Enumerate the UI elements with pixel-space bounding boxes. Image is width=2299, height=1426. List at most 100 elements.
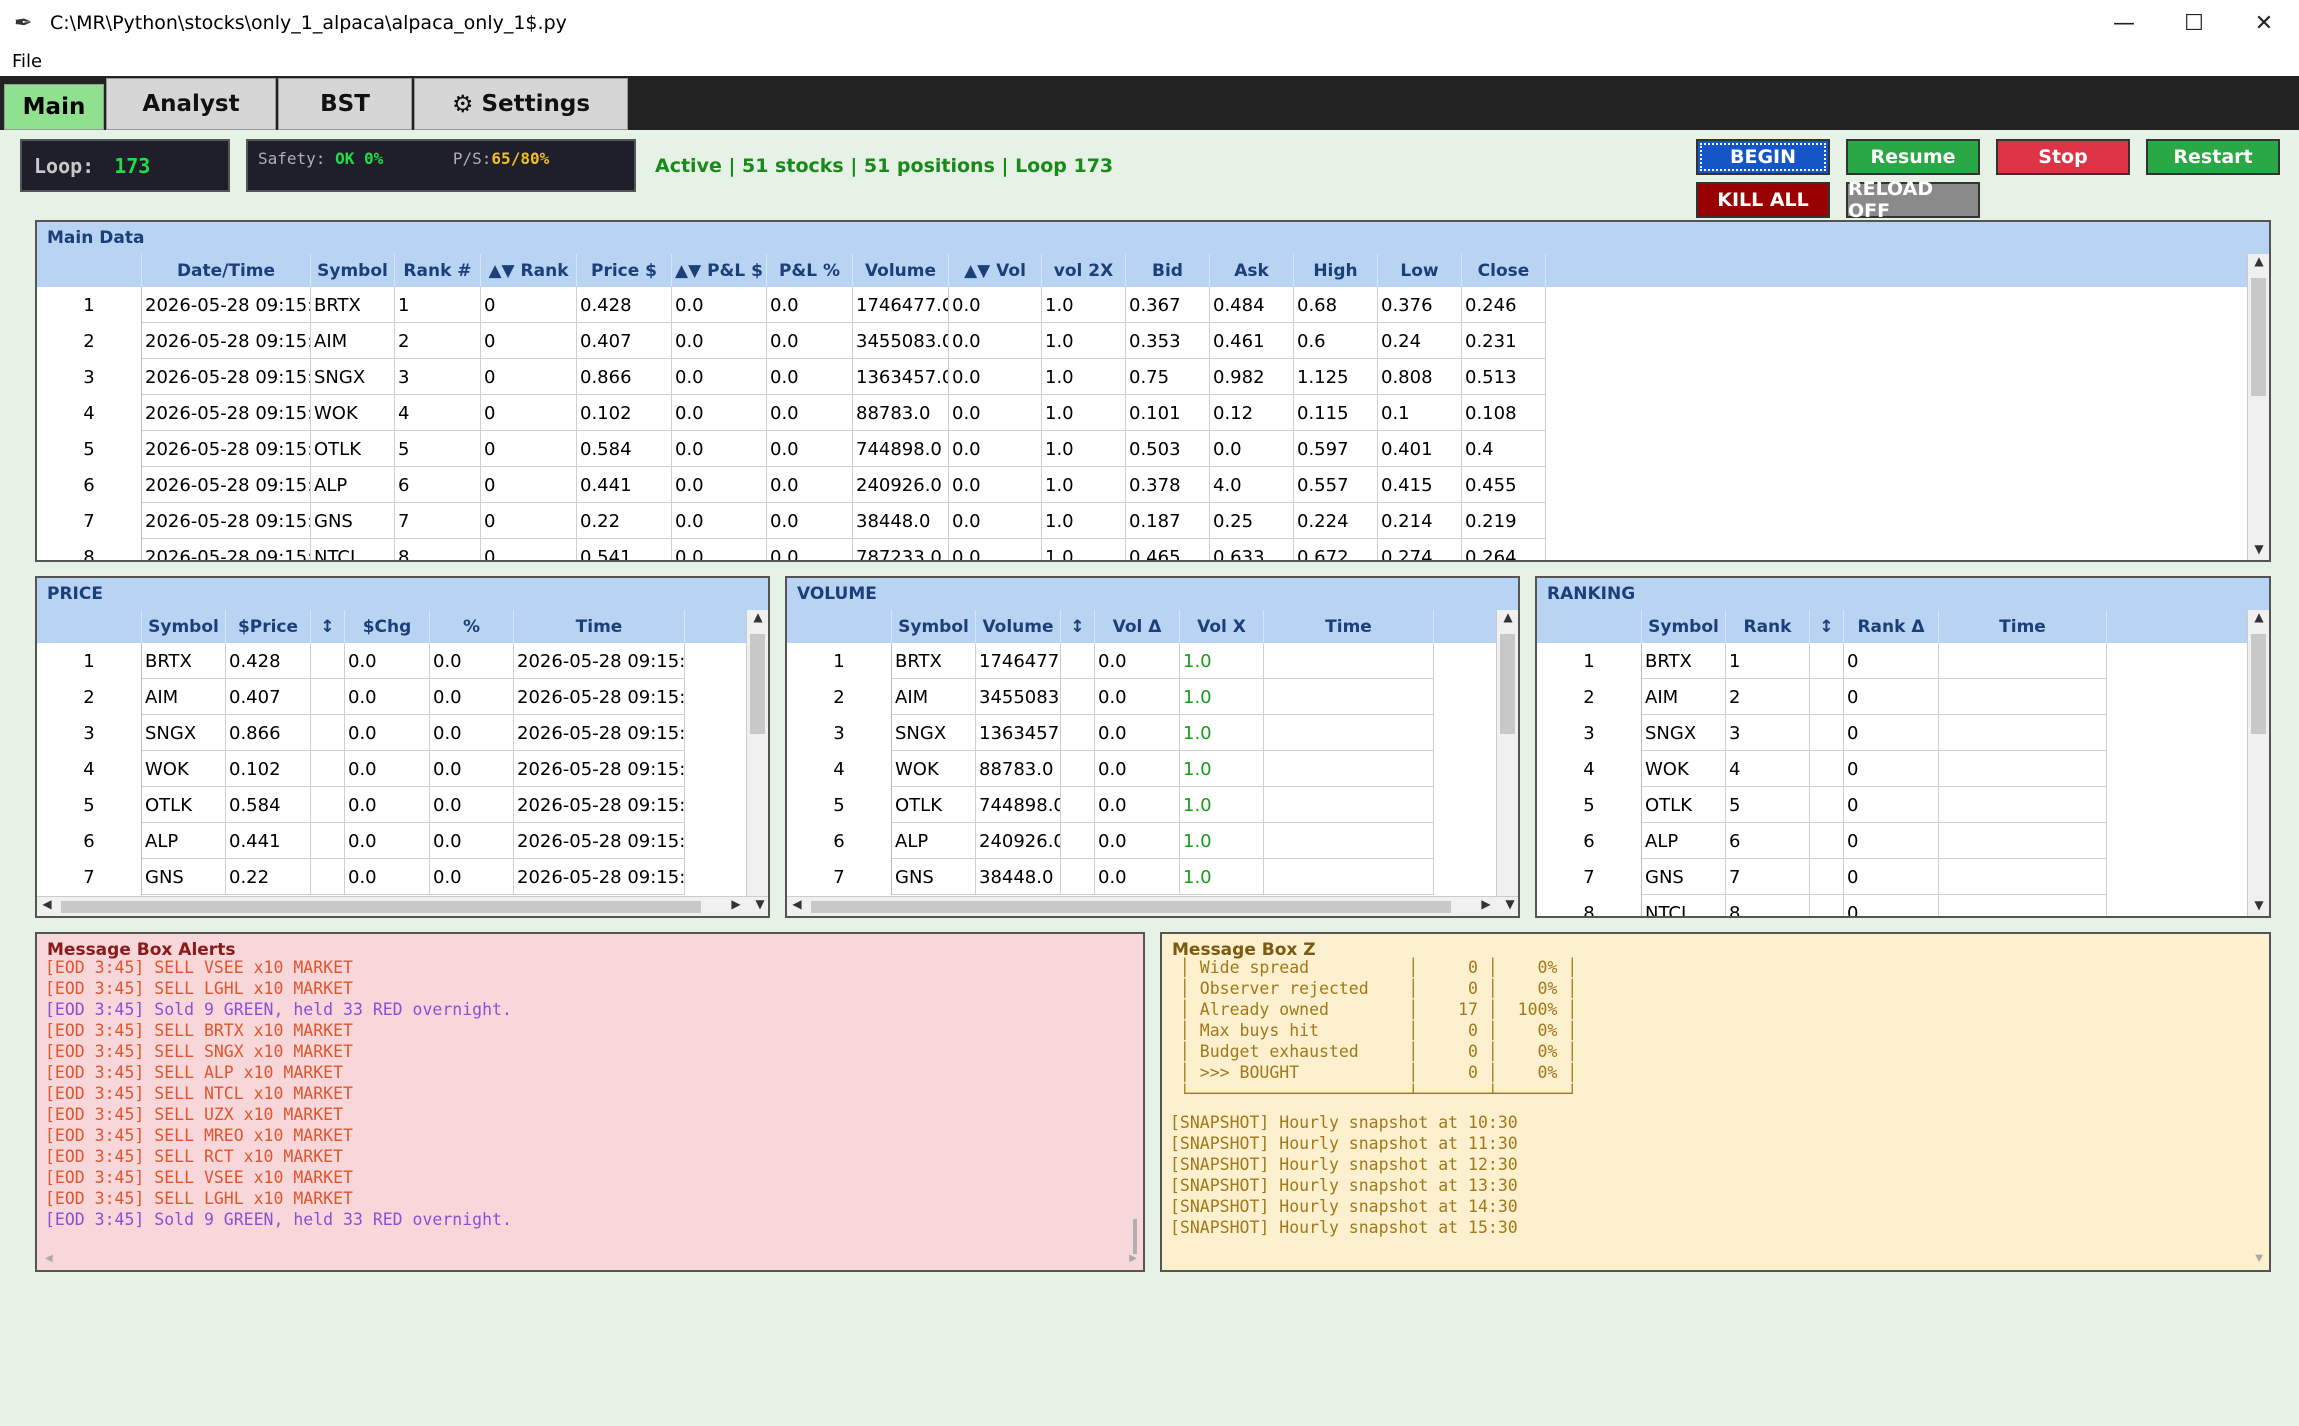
table-row[interactable]: 6 ALP 240926.0 0.0 1.0 [787, 823, 1434, 859]
scroll-up-icon[interactable]: ▲ [2248, 610, 2269, 630]
scroll-up-icon[interactable]: ▲ [747, 610, 768, 630]
table-row[interactable]: 7 2026-05-28 09:15: GNS 7 0 0.22 0.0 0.0 38448.0… [37, 503, 1546, 539]
scroll-up-icon[interactable]: ▲ [1497, 610, 1518, 630]
column-header[interactable]: Time [1939, 610, 2107, 643]
scroll-left-icon[interactable]: ◀ [37, 897, 57, 916]
resume-button[interactable]: Resume [1846, 139, 1980, 175]
scroll-thumb[interactable] [750, 634, 765, 734]
scroll-up-icon[interactable]: ▲ [2248, 254, 2269, 274]
table-row[interactable]: 3SNGX1363457.0 0.01.0 [787, 715, 1434, 751]
column-header[interactable]: P&L % [767, 254, 853, 287]
table-row[interactable]: 1 BRTX 1 0 [1537, 643, 2107, 679]
scroll-thumb[interactable] [61, 901, 701, 913]
column-header[interactable]: vol 2X [1042, 254, 1126, 287]
close-button[interactable]: ✕ [2229, 0, 2299, 46]
table-row[interactable]: 3 2026-05-28 09:15: SNGX 3 0 0.866 0.0 0.0 13634… [37, 359, 1546, 395]
table-row[interactable]: 4 WOK 0.102 0.0 0.0 2026-05-28 09:15: [37, 751, 685, 787]
column-header[interactable]: Low [1378, 254, 1462, 287]
tab-main[interactable]: Main [4, 84, 104, 130]
scroll-thumb[interactable] [811, 901, 1451, 913]
alerts-scroll-thumb[interactable] [1133, 1219, 1137, 1254]
table-row[interactable]: 1BRTX1746477.0 0.01.0 [787, 643, 1434, 679]
restart-button[interactable]: Restart [2146, 139, 2280, 175]
column-header[interactable]: $Price [226, 610, 311, 643]
scroll-right-icon[interactable]: ▶ [726, 897, 746, 916]
table-row[interactable]: 3 SNGX 3 0 [1537, 715, 2107, 751]
table-row[interactable]: 7 GNS 38448.0 0.0 1.0 [787, 859, 1434, 895]
ranking-vscrollbar[interactable]: ▲ ▼ [2247, 610, 2269, 916]
column-header[interactable]: Rank [1726, 610, 1810, 643]
table-row[interactable]: 2AIM3455083.0 0.01.0 [787, 679, 1434, 715]
table-row[interactable]: 6 2026-05-28 09:15: ALP 6 0 0.441 0.0 0.0 240926… [37, 467, 1546, 503]
table-row[interactable]: 1 2026-05-28 09:15: BRTX 1 0 0.428 0.0 0.0 17464… [37, 287, 1546, 323]
volume-hscrollbar[interactable]: ◀ ▶ ▼ [787, 896, 1518, 916]
begin-button[interactable]: BEGIN [1696, 139, 1830, 175]
table-row[interactable]: 1 BRTX 0.428 0.0 0.0 2026-05-28 09:15: [37, 643, 685, 679]
stop-button[interactable]: Stop [1996, 139, 2130, 175]
column-header[interactable]: Bid [1126, 254, 1210, 287]
table-row[interactable]: 5 OTLK 744898.0 0.0 1.0 [787, 787, 1434, 823]
column-header[interactable]: Vol X [1180, 610, 1264, 643]
table-row[interactable]: 2 AIM 2 0 [1537, 679, 2107, 715]
table-row[interactable]: 4 WOK 4 0 [1537, 751, 2107, 787]
column-header[interactable]: Price $ [577, 254, 672, 287]
column-header[interactable]: High [1294, 254, 1378, 287]
scroll-down-icon[interactable]: ▼ [2248, 542, 2269, 560]
column-header[interactable]: $Chg [345, 610, 430, 643]
kill-all-button[interactable]: KILL ALL [1696, 182, 1830, 218]
tab-settings[interactable]: ⚙ Settings [414, 78, 628, 130]
menu-file[interactable]: File [12, 51, 42, 72]
column-header[interactable]: ↕ [1061, 610, 1095, 643]
table-row[interactable]: 4 2026-05-28 09:15: WOK 4 0 0.102 0.0 0.0 88783.… [37, 395, 1546, 431]
volume-vscrollbar[interactable]: ▲ [1496, 610, 1518, 900]
table-row[interactable]: 6 ALP 0.441 0.0 0.0 2026-05-28 09:15: [37, 823, 685, 859]
scroll-thumb[interactable] [1500, 634, 1515, 734]
table-row[interactable]: 5 OTLK 5 0 [1537, 787, 2107, 823]
column-header[interactable]: Ask [1210, 254, 1294, 287]
column-header[interactable]: % [430, 610, 514, 643]
table-row[interactable]: 5 OTLK 0.584 0.0 0.0 2026-05-28 09:15: [37, 787, 685, 823]
scroll-right-icon[interactable]: ▶ [1476, 897, 1496, 916]
column-header[interactable]: Time [1264, 610, 1434, 643]
scroll-left-icon[interactable]: ◀ [787, 897, 807, 916]
table-row[interactable]: 5 2026-05-28 09:15: OTLK 5 0 0.584 0.0 0.0 74489… [37, 431, 1546, 467]
tab-analyst[interactable]: Analyst [106, 78, 276, 130]
column-header[interactable]: ↕ [1810, 610, 1844, 643]
table-row[interactable]: 7 GNS 7 0 [1537, 859, 2107, 895]
scroll-down-icon[interactable]: ▼ [750, 897, 768, 916]
column-header[interactable]: Close [1462, 254, 1546, 287]
table-row[interactable]: 8 2026-05-28 09:15: NTCL 8 0 0.541 0.0 0.0 78723… [37, 539, 1546, 560]
scroll-left-icon[interactable]: ◀ [45, 1253, 53, 1264]
scroll-down-icon[interactable]: ▼ [2248, 898, 2269, 916]
scroll-thumb[interactable] [2251, 634, 2266, 734]
table-row[interactable]: 2 2026-05-28 09:15: AIM 2 0 0.407 0.0 0.0 345508… [37, 323, 1546, 359]
tab-bst[interactable]: BST [278, 78, 412, 130]
scroll-down-icon[interactable]: ▼ [2255, 1253, 2263, 1264]
table-row[interactable]: 4 WOK 88783.0 0.0 1.0 [787, 751, 1434, 787]
column-header[interactable]: ↕ [311, 610, 345, 643]
column-header[interactable]: ▲▼ Vol [949, 254, 1042, 287]
scroll-right-icon[interactable]: ▶ [1129, 1253, 1137, 1264]
maximize-button[interactable]: ☐ [2159, 0, 2229, 46]
column-header[interactable]: Symbol [892, 610, 976, 643]
main-data-scrollbar[interactable]: ▲ ▼ [2247, 254, 2269, 560]
table-row[interactable]: 7 GNS 0.22 0.0 0.0 2026-05-28 09:15: [37, 859, 685, 895]
msgz-log[interactable]: │ Wide spread │ 0 │ 0% │ │ Observer reje… [1162, 957, 2269, 1238]
column-header[interactable]: Symbol [142, 610, 226, 643]
price-vscrollbar[interactable]: ▲ [746, 610, 768, 900]
scroll-down-icon[interactable]: ▼ [1500, 897, 1518, 916]
reload-button[interactable]: RELOAD OFF [1846, 178, 1980, 222]
column-header[interactable]: Time [514, 610, 685, 643]
alerts-log[interactable]: [EOD 3:45] SELL VSEE x10 MARKET [EOD 3:45… [37, 957, 1143, 1230]
column-header[interactable]: ▲▼ P&L $ [672, 254, 767, 287]
column-header[interactable]: Vol Δ [1095, 610, 1180, 643]
column-header[interactable]: Volume [976, 610, 1061, 643]
column-header[interactable]: Date/Time [142, 254, 311, 287]
column-header[interactable]: Rank Δ [1844, 610, 1939, 643]
column-header[interactable]: Symbol [311, 254, 395, 287]
column-header[interactable]: Rank # [395, 254, 481, 287]
table-row[interactable]: 8 NTCL 8 0 [1537, 895, 2107, 916]
minimize-button[interactable]: — [2089, 0, 2159, 46]
table-row[interactable]: 3 SNGX 0.866 0.0 0.0 2026-05-28 09:15: [37, 715, 685, 751]
column-header[interactable]: ▲▼ Rank [481, 254, 577, 287]
